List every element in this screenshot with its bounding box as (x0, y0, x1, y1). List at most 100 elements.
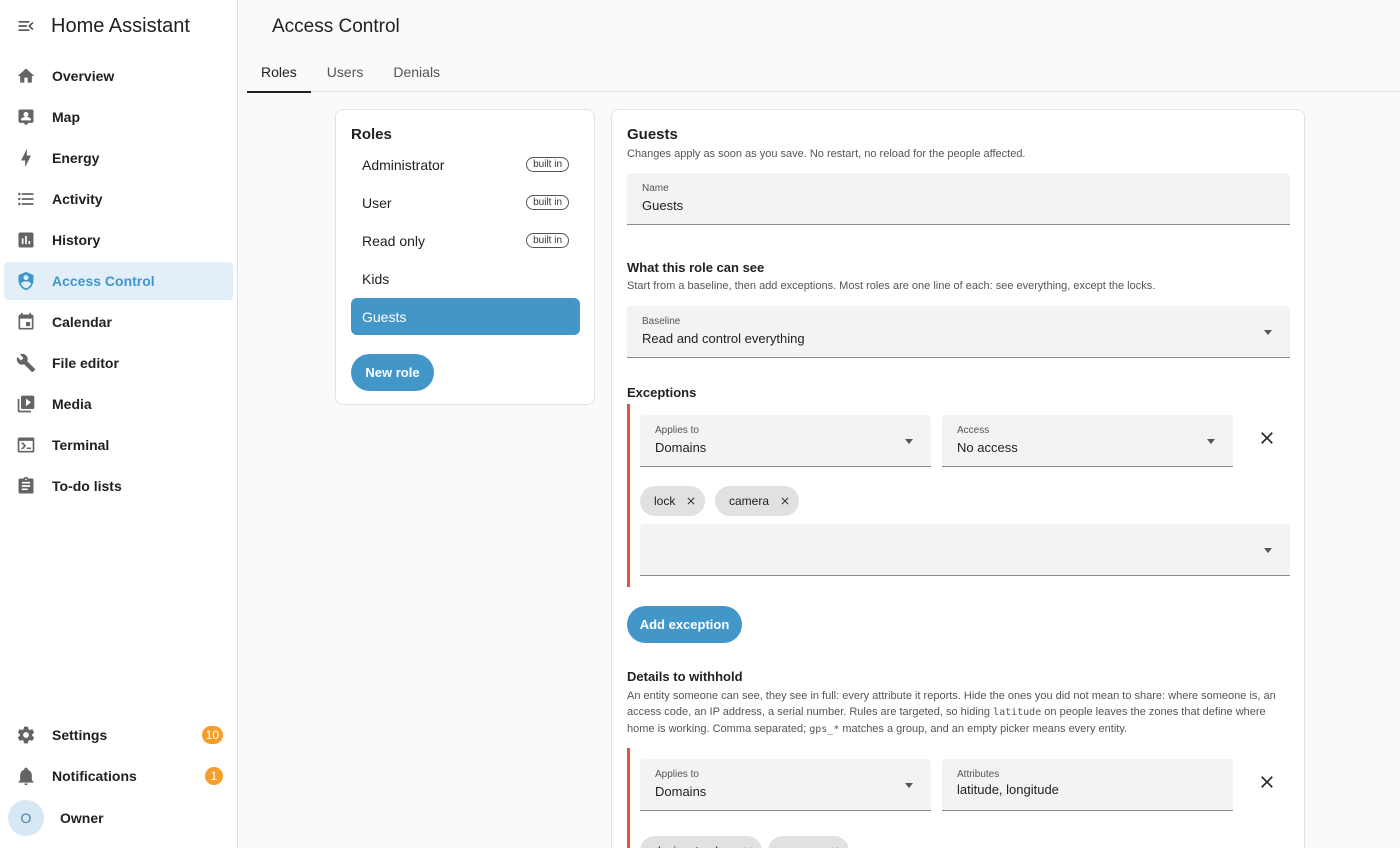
main-content: Access Control Roles Users Denials Roles… (239, 0, 1400, 848)
settings-badge: 10 (201, 726, 223, 744)
sidebar-item-label: Map (52, 109, 80, 125)
withhold-attributes-field[interactable]: Attributes latitude, longitude (942, 759, 1233, 811)
withhold-applies-to-select[interactable]: Applies to Domains (640, 759, 931, 811)
sidebar-item-label: Access Control (52, 273, 155, 289)
exception-access-select[interactable]: Access No access (942, 415, 1233, 467)
role-item-administrator[interactable]: Administrator built in (351, 146, 580, 183)
sidebar-item-label: Overview (52, 68, 115, 84)
page-title: Access Control (272, 16, 400, 37)
sidebar-item-terminal[interactable]: Terminal (4, 426, 233, 464)
sidebar-header: Home Assistant (0, 0, 237, 52)
sidebar-item-calendar[interactable]: Calendar (4, 303, 233, 341)
chip-label: device_tracker (654, 844, 732, 848)
field-value: Domains (655, 440, 707, 455)
chip-remove-close-icon[interactable] (779, 495, 791, 507)
domain-picker-select[interactable] (640, 524, 1290, 576)
role-name: Guests (362, 308, 407, 325)
sidebar-item-overview[interactable]: Overview (4, 57, 233, 95)
user-name: Owner (60, 810, 104, 826)
chevron-down-icon (905, 783, 913, 788)
field-value: Read and control everything (642, 331, 805, 346)
domain-chip-camera: camera (715, 486, 800, 516)
chip-label: camera (729, 494, 770, 508)
visibility-description: Start from a baseline, then add exceptio… (627, 280, 1156, 292)
chip-remove-close-icon[interactable] (685, 495, 697, 507)
lightning-icon (16, 148, 36, 168)
chip-label: lock (654, 494, 676, 508)
app-title: Home Assistant (51, 14, 190, 37)
sidebar-item-map[interactable]: Map (4, 98, 233, 136)
sidebar-item-notifications[interactable]: Notifications 1 (4, 757, 233, 795)
visibility-title: What this role can see (627, 260, 765, 275)
new-role-button[interactable]: New role (351, 354, 434, 391)
tab-denials[interactable]: Denials (379, 52, 454, 92)
sidebar-item-activity[interactable]: Activity (4, 180, 233, 218)
role-name: User (362, 194, 392, 211)
sidebar-item-label: Settings (52, 727, 108, 743)
list-icon (16, 189, 36, 209)
role-detail-title: Guests (627, 126, 678, 143)
sidebar-item-history[interactable]: History (4, 221, 233, 259)
domain-chip-device-tracker: device_tracker (640, 836, 763, 848)
bell-icon (16, 766, 36, 786)
withhold-desc-code: gps_* (809, 724, 840, 735)
menu-collapse-icon[interactable] (16, 16, 36, 36)
role-item-user[interactable]: User built in (351, 184, 580, 221)
role-name-field[interactable]: Name Guests (627, 173, 1290, 225)
baseline-select[interactable]: Baseline Read and control everything (627, 306, 1290, 358)
chip-label: person (782, 844, 819, 848)
sidebar-user[interactable]: O Owner (0, 798, 237, 838)
builtin-badge: built in (526, 157, 569, 172)
builtin-badge: built in (526, 233, 569, 248)
role-item-kids[interactable]: Kids (351, 260, 580, 297)
sidebar-item-label: To-do lists (52, 478, 122, 494)
sidebar-item-label: File editor (52, 355, 119, 371)
calendar-icon (16, 312, 36, 332)
gear-icon (16, 725, 36, 745)
chevron-down-icon (1264, 548, 1272, 553)
field-label: Applies to (655, 769, 699, 780)
sidebar-item-access-control[interactable]: Access Control (4, 262, 233, 300)
role-name: Kids (362, 270, 390, 287)
home-icon (16, 66, 36, 86)
role-item-guests[interactable]: Guests (351, 298, 580, 335)
tab-roles[interactable]: Roles (247, 52, 311, 93)
chevron-down-icon (1264, 330, 1272, 335)
roles-title: Roles (351, 126, 392, 143)
chart-bar-icon (16, 230, 36, 250)
field-label: Access (957, 425, 990, 436)
withhold-description: An entity someone can see, they see in f… (627, 688, 1291, 738)
tab-bar: Roles Users Denials (247, 52, 1400, 93)
sidebar-item-energy[interactable]: Energy (4, 139, 233, 177)
role-item-read-only[interactable]: Read only built in (351, 222, 580, 259)
domain-chip-person: person (768, 836, 849, 848)
exception-rule-marker (627, 404, 630, 587)
sidebar-item-todo-lists[interactable]: To-do lists (4, 467, 233, 505)
field-label: Attributes (957, 769, 1000, 780)
sidebar-item-media[interactable]: Media (4, 385, 233, 423)
wrench-icon (16, 353, 36, 373)
chevron-down-icon (1207, 439, 1215, 444)
field-value: Domains (655, 784, 707, 799)
app-root: Home Assistant Overview Map Energy Activ… (0, 0, 1400, 848)
chevron-down-icon (905, 439, 913, 444)
add-exception-button[interactable]: Add exception (627, 606, 742, 643)
sidebar-item-file-editor[interactable]: File editor (4, 344, 233, 382)
sidebar-item-label: Media (52, 396, 92, 412)
exceptions-title: Exceptions (627, 385, 697, 400)
role-name: Read only (362, 232, 426, 249)
tab-users[interactable]: Users (313, 52, 378, 92)
field-label: Baseline (642, 316, 681, 327)
remove-withhold-close-icon[interactable] (1257, 772, 1277, 792)
exception-applies-to-select[interactable]: Applies to Domains (640, 415, 931, 467)
play-box-icon (16, 394, 36, 414)
role-name: Administrator (362, 156, 445, 173)
withhold-title: Details to withhold (627, 669, 743, 684)
sidebar: Home Assistant Overview Map Energy Activ… (0, 0, 238, 848)
sidebar-item-label: Terminal (52, 437, 110, 453)
sidebar-bottom: Settings 10 Notifications 1 O Owner (0, 716, 237, 838)
sidebar-item-settings[interactable]: Settings 10 (4, 716, 233, 754)
remove-exception-close-icon[interactable] (1257, 428, 1277, 448)
console-icon (16, 435, 36, 455)
withhold-rule-marker (627, 748, 630, 848)
